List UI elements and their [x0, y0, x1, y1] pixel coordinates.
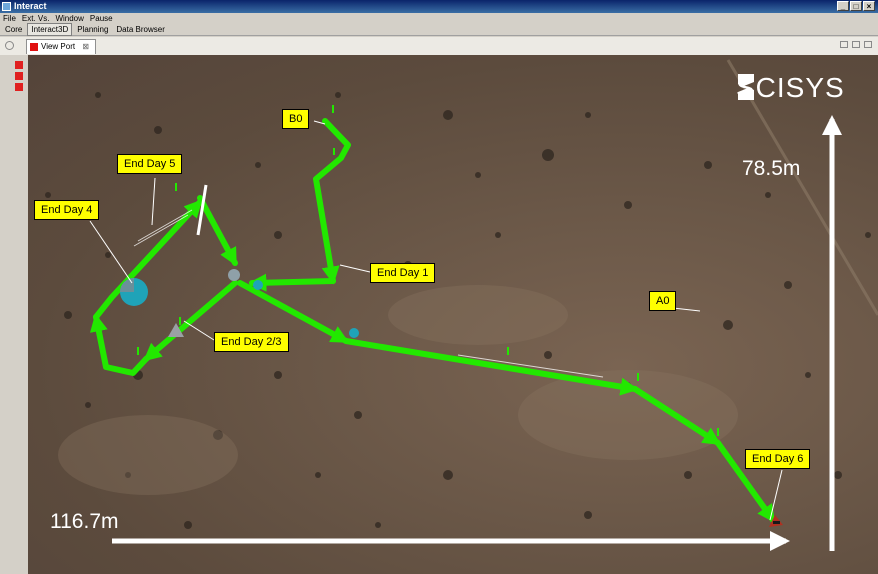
pin-icon[interactable] — [5, 41, 14, 50]
app-icon — [2, 2, 11, 11]
viewport-icon — [30, 43, 38, 51]
label-end-day-6: End Day 6 — [745, 449, 811, 469]
menu-pause[interactable]: Pause — [90, 13, 113, 24]
close-button[interactable]: × — [863, 1, 875, 11]
tool-button-3[interactable] — [15, 83, 23, 91]
maximize-view-icon[interactable] — [864, 41, 872, 48]
maximize-button[interactable]: □ — [850, 1, 862, 11]
minimize-view-icon[interactable] — [852, 41, 860, 48]
perspective-interact3d[interactable]: Interact3D — [27, 23, 73, 36]
aerial-map — [45, 59, 878, 551]
vertical-scale-label: 78.5m — [742, 157, 801, 180]
tool-button-2[interactable] — [15, 72, 23, 80]
menu-bar: File Ext. Vs. Window Pause — [0, 13, 878, 24]
scisys-logo: SCISYS — [736, 72, 845, 104]
label-end-day-1: End Day 1 — [370, 263, 436, 283]
scisys-logo-icon — [738, 74, 754, 100]
left-toolbar — [0, 55, 28, 574]
view-tab-bar: View Port ⊠ — [0, 37, 878, 56]
label-end-day-2-3: End Day 2/3 — [214, 332, 289, 352]
perspective-core[interactable]: Core — [2, 24, 25, 35]
view-port[interactable]: SCISYS 78.5m 116.7m B0 A0 End Day 5 End … — [28, 55, 878, 574]
tab-view-port[interactable]: View Port ⊠ — [26, 39, 97, 54]
minimize-button[interactable]: _ — [837, 1, 849, 11]
tab-close-icon[interactable]: ⊠ — [82, 42, 89, 51]
tool-button-1[interactable] — [15, 61, 23, 69]
label-end-day-4: End Day 4 — [34, 200, 100, 220]
tab-view-port-label: View Port — [41, 42, 76, 51]
perspective-data-browser[interactable]: Data Browser — [113, 24, 167, 35]
title-bar: Interact _ □ × — [0, 0, 878, 13]
menu-file[interactable]: File — [3, 13, 16, 24]
perspective-bar: Core Interact3D Planning Data Browser — [0, 23, 878, 36]
window-title: Interact — [14, 1, 47, 11]
horizontal-scale-label: 116.7m — [50, 510, 119, 533]
waypoint-label-b0: B0 — [282, 109, 310, 129]
view-menu-icon[interactable] — [840, 41, 848, 48]
perspective-planning[interactable]: Planning — [74, 24, 111, 35]
label-end-day-5: End Day 5 — [117, 154, 183, 174]
waypoint-label-a0: A0 — [649, 291, 677, 311]
